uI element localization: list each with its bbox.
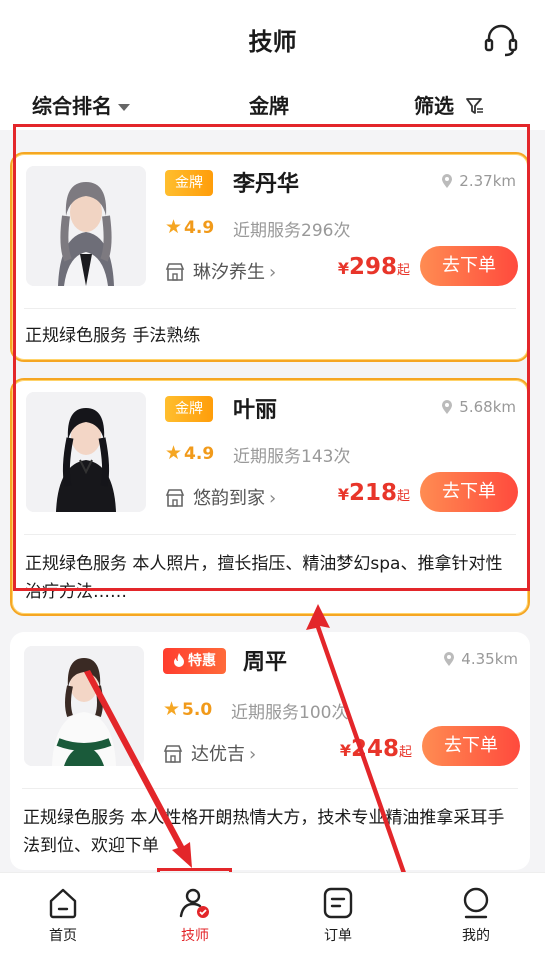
shop-link[interactable]: 琳汐养生 › <box>165 258 276 284</box>
filter-icon <box>466 98 483 114</box>
order-icon <box>323 887 353 919</box>
shop-link[interactable]: 悠韵到家 › <box>165 484 276 510</box>
distance: 5.68km <box>441 398 516 416</box>
tab-label: 我的 <box>462 928 490 944</box>
technician-name: 叶丽 <box>233 398 278 423</box>
shop-name: 悠韵到家 <box>193 488 265 509</box>
page-title: 技师 <box>248 28 297 56</box>
technician-card[interactable]: 金牌 李丹华 2.37km ★ 4.9 近期服务296次 琳汐养生 › ¥298起 … <box>10 152 530 362</box>
home-icon <box>49 888 77 919</box>
order-button[interactable]: 去下单 <box>422 726 520 766</box>
rating-value: 4.9 <box>184 444 215 464</box>
divider <box>22 788 518 789</box>
price-suffix: 起 <box>396 263 410 278</box>
technician-card[interactable]: 特惠 周平 4.35km ★ 5.0 近期服务100次 达优吉 › ¥248起 去下… <box>10 632 530 870</box>
sort-dropdown[interactable]: 综合排名 <box>32 90 130 119</box>
avatar <box>26 166 146 286</box>
divider <box>24 308 516 309</box>
order-button[interactable]: 去下单 <box>420 246 518 286</box>
price: ¥298起 <box>338 254 410 280</box>
technician-description: 正规绿色服务 本人照片，擅长指压、精油梦幻spa、推拿针对性治疗方法…… <box>25 554 503 602</box>
filter-button[interactable]: 筛选 <box>414 90 485 119</box>
headset-icon[interactable] <box>483 22 519 58</box>
top-bar: 技师 <box>0 0 545 78</box>
service-count: 近期服务100次 <box>231 703 349 723</box>
gold-filter-tab[interactable]: 金牌 <box>249 90 289 119</box>
chevron-right-icon: › <box>269 488 277 509</box>
rating-value: 5.0 <box>182 700 213 720</box>
shop-icon <box>165 489 185 507</box>
distance: 2.37km <box>441 172 516 190</box>
price: ¥248起 <box>340 736 412 762</box>
price: ¥218起 <box>338 480 410 506</box>
chevron-right-icon: › <box>249 744 257 765</box>
technician-description: 正规绿色服务 手法熟练 <box>25 326 201 346</box>
distance-value: 5.68km <box>459 398 516 416</box>
service-count: 近期服务296次 <box>233 221 351 241</box>
shop-name: 达优吉 <box>191 744 245 765</box>
price-suffix: 起 <box>398 745 412 760</box>
rating: ★ 4.9 <box>165 216 214 238</box>
gold-filter-label: 金牌 <box>249 94 289 118</box>
shop-link[interactable]: 达优吉 › <box>163 740 256 766</box>
location-pin-icon <box>444 652 455 666</box>
special-offer-label: 特惠 <box>188 653 216 669</box>
tab-orders[interactable]: 订单 <box>303 885 373 945</box>
special-offer-badge: 特惠 <box>163 648 226 674</box>
shop-icon <box>163 745 183 763</box>
tab-technician[interactable]: 技师 <box>160 885 230 945</box>
price-suffix: 起 <box>396 489 410 504</box>
shop-icon <box>165 263 185 281</box>
sort-bar: 综合排名 金牌 筛选 <box>0 78 545 130</box>
technician-name: 周平 <box>243 650 288 675</box>
flame-icon <box>174 653 184 667</box>
location-pin-icon <box>442 174 453 188</box>
location-pin-icon <box>442 400 453 414</box>
rating-value: 4.9 <box>184 218 215 238</box>
tab-label: 首页 <box>49 928 77 944</box>
avatar <box>26 392 146 512</box>
price-value: 298 <box>348 254 397 280</box>
bottom-tab-bar: 首页 技师 订单 我的 <box>0 872 545 955</box>
gold-badge: 金牌 <box>165 170 213 196</box>
distance-value: 4.35km <box>461 650 518 668</box>
star-icon: ★ <box>165 442 183 464</box>
gold-badge: 金牌 <box>165 396 213 422</box>
filter-label: 筛选 <box>414 94 454 118</box>
profile-icon <box>463 887 489 919</box>
star-icon: ★ <box>163 698 181 720</box>
order-button[interactable]: 去下单 <box>420 472 518 512</box>
price-value: 248 <box>350 736 399 762</box>
technician-name: 李丹华 <box>233 172 300 197</box>
rating: ★ 4.9 <box>165 442 214 464</box>
chevron-down-icon <box>118 104 130 111</box>
tab-label: 订单 <box>324 928 352 944</box>
currency-symbol: ¥ <box>337 485 349 504</box>
price-value: 218 <box>348 480 397 506</box>
distance-value: 2.37km <box>459 172 516 190</box>
technician-icon <box>179 888 209 918</box>
star-icon: ★ <box>165 216 183 238</box>
chevron-right-icon: › <box>269 262 277 283</box>
divider <box>24 534 516 535</box>
sort-label: 综合排名 <box>32 94 112 118</box>
technician-card[interactable]: 金牌 叶丽 5.68km ★ 4.9 近期服务143次 悠韵到家 › ¥218起 去… <box>10 378 530 616</box>
service-count: 近期服务143次 <box>233 447 351 467</box>
shop-name: 琳汐养生 <box>193 262 265 283</box>
avatar <box>24 646 144 766</box>
tab-home[interactable]: 首页 <box>28 885 98 945</box>
distance: 4.35km <box>443 650 518 668</box>
currency-symbol: ¥ <box>337 259 349 278</box>
rating: ★ 5.0 <box>163 698 212 720</box>
tab-profile[interactable]: 我的 <box>441 885 511 945</box>
currency-symbol: ¥ <box>339 741 351 760</box>
tab-label: 技师 <box>181 928 209 944</box>
technician-description: 正规绿色服务 本人性格开朗热情大方，技术专业精油推拿采耳手法到位、欢迎下单 <box>23 808 505 856</box>
